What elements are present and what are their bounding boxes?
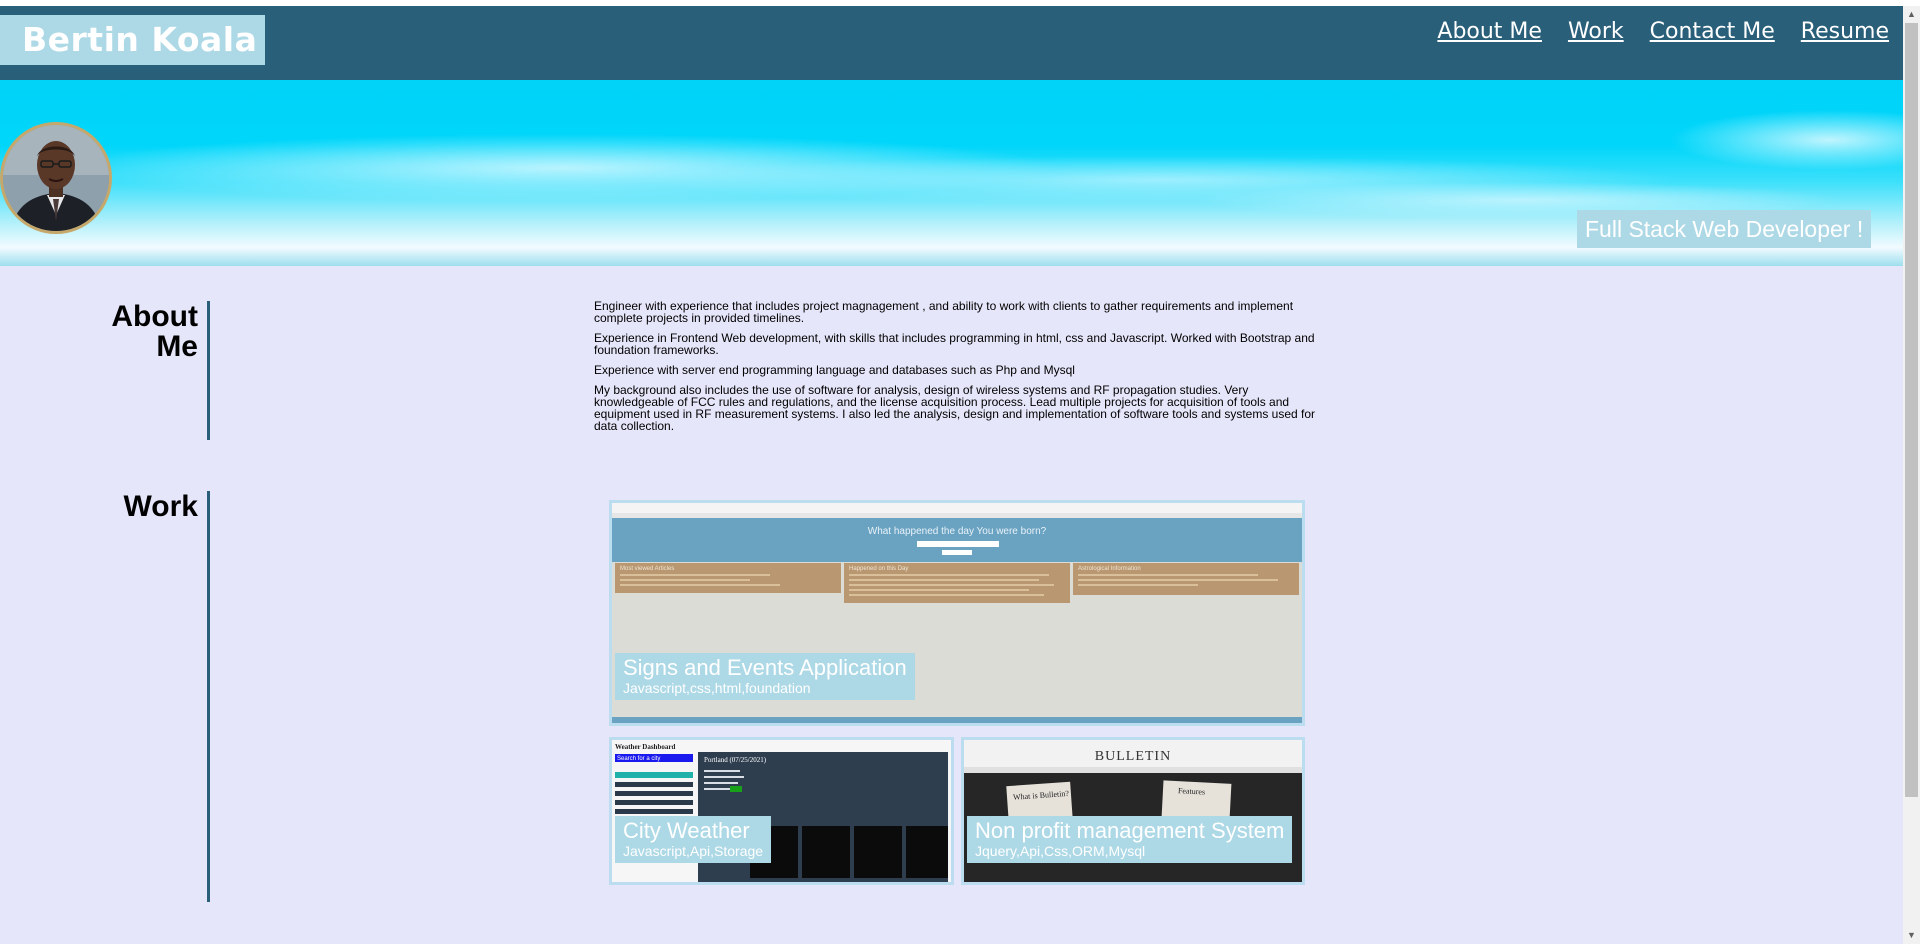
- project-card-signs-events[interactable]: What happened the day You were born? Mos…: [609, 500, 1305, 726]
- scroll-up-arrow-icon[interactable]: ▲: [1903, 6, 1920, 23]
- shot-column-label: Happened on this Day: [849, 566, 908, 572]
- project-label: City Weather Javascript,Api,Storage: [615, 816, 772, 863]
- project-title: Non profit management System: [975, 818, 1285, 843]
- work-section-divider: [207, 491, 210, 902]
- scroll-down-arrow-icon[interactable]: ▼: [1903, 927, 1920, 944]
- page-viewport: Bertin Koala About Me Work Contact Me Re…: [0, 6, 1903, 944]
- about-section-title: About Me: [90, 302, 198, 362]
- about-title-line-1: About: [111, 300, 198, 333]
- shot-heading: What happened the day You were born?: [868, 526, 1047, 537]
- hero-tagline: Full Stack Web Developer !: [1577, 210, 1872, 248]
- shot-city: Portland (07/25/2021): [704, 756, 767, 764]
- shot-column-label: Most viewed Articles: [620, 566, 674, 572]
- project-card-city-weather[interactable]: Weather Dashboard Search for a city Port…: [609, 737, 954, 885]
- project-tech: Jquery,Api,Css,ORM,Mysql: [975, 843, 1146, 859]
- nav-link-about-me[interactable]: About Me: [1437, 18, 1542, 46]
- work-section-title: Work: [123, 490, 198, 523]
- shot-note-right: Features: [1178, 786, 1206, 796]
- about-paragraph: Experience with server end programming l…: [594, 363, 1075, 377]
- about-section-divider: [207, 301, 210, 440]
- about-paragraph: Experience in Frontend Web development, …: [594, 331, 1315, 357]
- shot-search-label: Search for a city: [617, 756, 660, 762]
- project-title: Signs and Events Application: [623, 655, 907, 680]
- project-tech: Javascript,Api,Storage: [623, 843, 764, 859]
- shot-heading: BULLETIN: [1095, 749, 1171, 764]
- about-text: Engineer with experience that includes p…: [594, 300, 1320, 440]
- about-title-line-2: Me: [156, 330, 198, 363]
- project-label: Non profit management System Jquery,Api,…: [967, 816, 1293, 863]
- project-label: Signs and Events Application Javascript,…: [615, 653, 915, 700]
- profile-avatar: [0, 122, 112, 234]
- about-paragraph: Engineer with experience that includes p…: [594, 299, 1294, 325]
- project-card-non-profit-management[interactable]: BULLETIN What is Bulletin? Features Non …: [961, 737, 1305, 885]
- vertical-scrollbar[interactable]: ▲ ▼: [1903, 6, 1920, 944]
- about-paragraph: My background also includes the use of s…: [594, 383, 1316, 433]
- brand-logo[interactable]: Bertin Koala: [0, 15, 266, 65]
- nav-links: About Me Work Contact Me Resume: [1411, 18, 1889, 46]
- shot-column-label: Astrological Information: [1078, 566, 1141, 572]
- navbar: Bertin Koala About Me Work Contact Me Re…: [0, 6, 1903, 80]
- scrollbar-thumb[interactable]: [1905, 23, 1918, 797]
- nav-link-work[interactable]: Work: [1568, 18, 1624, 46]
- project-tech: Javascript,css,html,foundation: [623, 680, 811, 696]
- nav-link-contact-me[interactable]: Contact Me: [1650, 18, 1775, 46]
- nav-link-resume[interactable]: Resume: [1801, 18, 1889, 46]
- shot-heading: Weather Dashboard: [615, 743, 675, 751]
- project-title: City Weather: [623, 818, 750, 843]
